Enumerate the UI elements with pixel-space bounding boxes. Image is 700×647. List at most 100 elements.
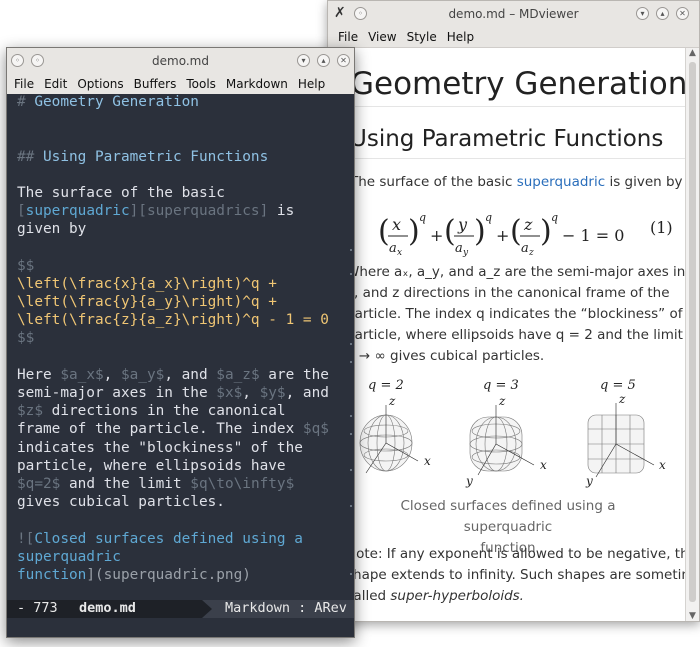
menu-view[interactable]: View: [368, 30, 396, 44]
menu-help[interactable]: Help: [298, 77, 325, 91]
md-math: $q\to\infty$: [190, 475, 295, 492]
menu-buffers[interactable]: Buffers: [134, 77, 177, 91]
minimize-button[interactable]: ▾: [297, 54, 310, 67]
superquadric-link[interactable]: superquadric: [517, 174, 605, 190]
svg-text:+: +: [430, 226, 443, 245]
svg-text:): ): [474, 214, 486, 249]
editor-menubar: File Edit Options Buffers Tools Markdown…: [7, 74, 354, 94]
code-line: The surface of the basic: [17, 184, 225, 201]
svg-text:y: y: [457, 215, 468, 234]
scrollbar-thumb[interactable]: [689, 62, 696, 602]
menu-edit[interactable]: Edit: [44, 77, 67, 91]
minibuffer[interactable]: [7, 618, 354, 637]
md-heading-marker: #: [17, 94, 35, 110]
scroll-down-icon[interactable]: ▼: [689, 611, 696, 621]
menu-style[interactable]: Style: [407, 30, 437, 44]
svg-text:z: z: [528, 248, 534, 258]
md-image-marker: ![: [17, 530, 35, 547]
md-math: $q$: [302, 421, 329, 438]
viewer-window: ✗ ◦ demo.md – MDviewer ▾ ▴ ✕ File View S…: [327, 0, 700, 622]
paragraph-line: y, and z directions in the canonical fra…: [346, 285, 670, 301]
code-line: indicates the "blockiness" of the: [17, 439, 303, 456]
h1-rule: [328, 106, 685, 107]
md-bracket: [: [17, 203, 26, 220]
code-line: Here $a_x$, $a_y$, and $a_z$ are the: [17, 366, 352, 384]
code-line: $z$ directions in the canonical: [17, 402, 352, 420]
close-button[interactable]: ✕: [676, 7, 689, 20]
menu-options[interactable]: Options: [77, 77, 123, 91]
code-line: frame of the particle. The index $q$: [17, 420, 352, 438]
axis-label-y: y: [585, 474, 593, 488]
md-math: $q=2$: [17, 475, 61, 492]
md-text: and the limit: [60, 475, 191, 492]
editor-buffer[interactable]: # Geometry Generation ## Using Parametri…: [17, 93, 352, 601]
plot-label-q3: q = 3: [483, 378, 519, 393]
note-line-last: called super-hyperboloids.: [346, 586, 685, 607]
svg-text:y: y: [462, 248, 469, 258]
svg-text:): ): [540, 214, 552, 249]
code-line: given by: [17, 221, 87, 238]
paragraph-axes: Where aₓ, a_y, and a_z are the semi-majo…: [346, 262, 685, 367]
axis-label-z: z: [498, 394, 506, 408]
maximize-button[interactable]: ▴: [317, 54, 330, 67]
note-line: Note: If any exponent is allowed to be n…: [346, 546, 685, 562]
axis-label-x: x: [659, 458, 666, 472]
menu-file[interactable]: File: [338, 30, 358, 44]
md-link-ref: ][superquadrics]: [129, 203, 269, 220]
rendered-document: Geometry Generation Using Parametric Fun…: [328, 48, 685, 621]
svg-text:− 1 = 0: − 1 = 0: [562, 226, 624, 245]
modeline-buffer-name[interactable]: demo.md: [79, 600, 136, 616]
menu-help[interactable]: Help: [447, 30, 474, 44]
md-text: frame of the particle. The index: [17, 421, 303, 438]
minimize-button[interactable]: ▾: [636, 7, 649, 20]
md-math: $a_y$: [120, 366, 165, 383]
md-math: $x$: [216, 385, 243, 401]
axis-label-x: x: [424, 454, 431, 468]
svg-text:z: z: [523, 215, 533, 234]
menu-markdown[interactable]: Markdown: [226, 77, 288, 91]
scroll-up-icon[interactable]: ▲: [689, 48, 696, 58]
md-math: $a_z$: [216, 366, 260, 383]
code-line: $$: [17, 257, 35, 274]
md-text: Here: [17, 366, 61, 383]
svg-text:x: x: [397, 248, 402, 258]
svg-text:a: a: [389, 241, 397, 256]
code-line: $q=2$ and the limit $q\to\infty$: [17, 475, 352, 493]
axis-label-z: z: [388, 394, 396, 408]
code-line: ![Closed surfaces defined using a: [17, 530, 352, 548]
equation-display: ( x ax ) q + ( y ay ) q + ( z a z) q − …: [378, 208, 638, 264]
md-text: is: [268, 203, 295, 220]
menu-file[interactable]: File: [14, 77, 34, 91]
paragraph-intro: The surface of the basic superquadric is…: [350, 172, 683, 193]
code-line: # Geometry Generation: [17, 93, 352, 111]
md-text: ,: [103, 366, 121, 383]
md-math: $y$: [259, 385, 286, 401]
axis-label-y: y: [465, 474, 473, 488]
svg-text:q: q: [419, 211, 426, 224]
modeline-major-mode[interactable]: Markdown : ARev: [225, 600, 347, 616]
h2-rule: [328, 158, 685, 159]
note-line: shape extends to infinity. Such shapes a…: [346, 567, 685, 583]
code-line: function](superquadric.png): [17, 566, 352, 584]
viewer-menubar: File View Style Help: [328, 27, 699, 48]
axis-label-x: x: [540, 458, 547, 472]
md-text: directions in the canonical: [43, 403, 286, 420]
paragraph-line: Where aₓ, a_y, and a_z are the semi-majo…: [346, 264, 685, 280]
editor-window: ◦ ◦ demo.md ▾ ▴ ✕ File Edit Options Buff…: [6, 47, 355, 638]
maximize-button[interactable]: ▴: [656, 7, 669, 20]
md-math: $z$: [17, 403, 43, 420]
equation-graphic: ( x ax ) q + ( y ay ) q + ( z a z) q − …: [378, 211, 624, 258]
svg-text:q: q: [485, 211, 492, 224]
close-button[interactable]: ✕: [337, 54, 350, 67]
axis-label-z: z: [618, 393, 626, 406]
paragraph-line: particle. The index q indicates the “blo…: [346, 306, 685, 322]
menu-tools[interactable]: Tools: [186, 77, 216, 91]
md-text: ,: [242, 385, 260, 401]
editor-titlebar[interactable]: ◦ ◦ demo.md ▾ ▴ ✕: [7, 48, 354, 74]
viewer-scrollbar[interactable]: ▲ ▼: [685, 48, 699, 621]
paragraph-note: Note: If any exponent is allowed to be n…: [346, 544, 685, 607]
viewer-titlebar[interactable]: ✗ ◦ demo.md – MDviewer ▾ ▴ ✕: [328, 1, 699, 27]
